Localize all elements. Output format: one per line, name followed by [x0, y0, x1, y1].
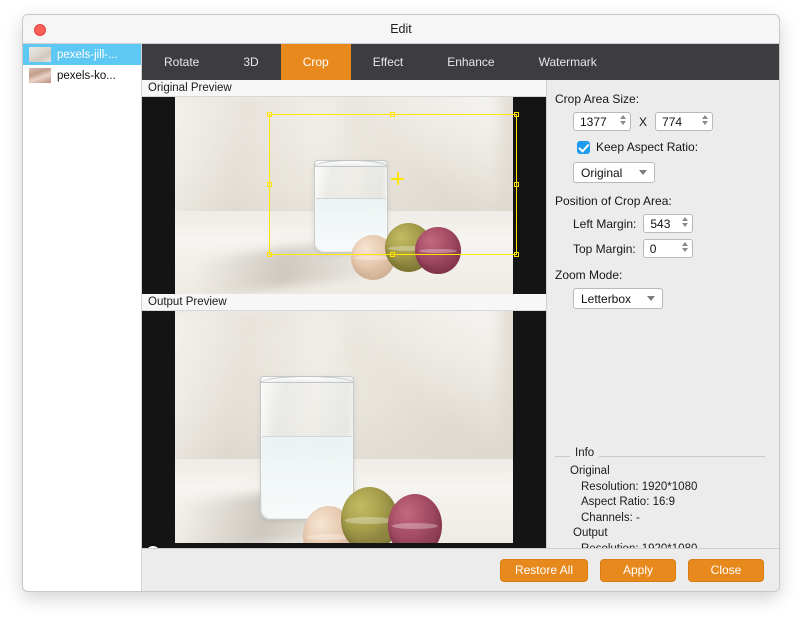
top-margin-label: Top Margin:	[573, 241, 636, 256]
aspect-ratio-row: Original	[547, 162, 779, 183]
original-preview-stage[interactable]	[142, 97, 546, 294]
tab-3d[interactable]: 3D	[221, 44, 280, 80]
zoom-mode-select[interactable]: Letterbox	[573, 288, 663, 309]
output-scene-image	[175, 311, 513, 543]
top-margin-stepper[interactable]	[681, 242, 688, 252]
zoom-mode-value: Letterbox	[581, 291, 632, 306]
list-item-label: pexels-jill-...	[57, 48, 118, 61]
aspect-ratio-select[interactable]: Original	[573, 162, 655, 183]
tab-crop[interactable]: Crop	[280, 44, 351, 80]
window-titlebar: Edit	[23, 15, 779, 44]
info-output-heading: Output	[573, 527, 608, 539]
crop-width-stepper[interactable]	[620, 115, 626, 125]
crop-width-value: 1377	[580, 114, 607, 129]
crop-handle-middle-right[interactable]	[514, 181, 519, 187]
crop-width-input[interactable]: 1377	[573, 112, 631, 131]
keep-aspect-ratio-row[interactable]: Keep Aspect Ratio:	[547, 140, 779, 154]
original-video-frame	[175, 97, 513, 294]
left-margin-stepper[interactable]	[682, 217, 689, 227]
restore-all-button[interactable]: Restore All	[499, 558, 588, 582]
crop-settings-panel: Crop Area Size: 1377 X 774 Keep Aspect R…	[547, 80, 779, 591]
footer-action-bar: Restore All Apply Close	[142, 548, 779, 591]
tab-watermark[interactable]: Watermark	[517, 44, 619, 80]
chevron-down-icon	[639, 170, 647, 175]
info-legend-label: Info	[570, 447, 600, 459]
output-preview-stage[interactable]	[142, 311, 546, 563]
crop-size-row: 1377 X 774	[547, 112, 779, 131]
crop-handle-top-right[interactable]	[514, 112, 519, 117]
list-item-label: pexels-ko...	[57, 69, 116, 82]
aspect-ratio-value: Original	[581, 165, 623, 180]
info-original-heading: Original	[570, 465, 610, 477]
file-thumbnail-icon	[29, 47, 51, 62]
window-title: Edit	[390, 22, 412, 36]
window-body: pexels-jill-... pexels-ko... Rotate 3D C…	[23, 44, 779, 591]
top-margin-input[interactable]: 0	[642, 239, 693, 258]
crop-center-crosshair-icon	[391, 172, 404, 185]
info-legend: Info	[555, 447, 765, 462]
keep-aspect-ratio-checkbox[interactable]	[577, 140, 590, 154]
preview-column: Original Preview Output Preview	[142, 80, 547, 591]
crop-height-value: 774	[662, 114, 683, 129]
tab-enhance[interactable]: Enhance	[425, 44, 516, 80]
left-margin-value: 543	[650, 216, 671, 231]
glass-object	[259, 375, 355, 520]
chevron-down-icon	[647, 296, 655, 301]
top-margin-value: 0	[649, 241, 657, 256]
keep-aspect-ratio-label: Keep Aspect Ratio:	[596, 140, 699, 154]
file-list-sidebar: pexels-jill-... pexels-ko...	[23, 44, 142, 591]
left-margin-input[interactable]: 543	[643, 214, 694, 233]
zoom-mode-row: Letterbox	[547, 288, 779, 309]
crop-handle-bottom-right[interactable]	[514, 252, 519, 257]
position-of-crop-area-label: Position of Crop Area:	[555, 194, 672, 208]
left-margin-row: Left Margin: 543	[547, 214, 779, 233]
size-separator-label: X	[639, 114, 648, 129]
top-margin-row: Top Margin: 0	[547, 239, 779, 258]
crop-area-size-label: Crop Area Size:	[555, 92, 640, 106]
crop-height-input[interactable]: 774	[655, 112, 714, 131]
file-thumbnail-icon	[29, 68, 51, 83]
main-column: Rotate 3D Crop Effect Enhance Watermark …	[142, 44, 779, 591]
macaron-berry	[414, 227, 461, 275]
list-item[interactable]: pexels-ko...	[23, 65, 141, 86]
zoom-mode-label: Zoom Mode:	[555, 268, 623, 282]
tab-effect[interactable]: Effect	[351, 44, 425, 80]
info-original-channels: Channels: -	[581, 511, 640, 524]
crop-height-stepper[interactable]	[702, 115, 709, 125]
video-scene-image	[175, 97, 513, 294]
output-preview-label: Output Preview	[142, 294, 546, 311]
info-original-aspect-ratio: Aspect Ratio: 16:9	[581, 496, 675, 508]
list-item[interactable]: pexels-jill-...	[23, 44, 141, 65]
output-video-frame	[175, 311, 513, 543]
tabbar-spacer	[619, 44, 779, 80]
original-preview-label: Original Preview	[142, 80, 546, 97]
close-icon[interactable]	[34, 24, 46, 36]
close-button[interactable]: Close	[688, 558, 764, 582]
edit-window: Edit pexels-jill-... pexels-ko... Rotate	[22, 14, 780, 592]
screenshot-root: Edit pexels-jill-... pexels-ko... Rotate	[0, 0, 800, 617]
info-original-resolution: Resolution: 1920*1080	[581, 480, 698, 493]
tab-rotate[interactable]: Rotate	[142, 44, 221, 80]
apply-button[interactable]: Apply	[600, 558, 676, 582]
work-area: Original Preview Output Preview Crop Are…	[142, 80, 779, 591]
left-margin-label: Left Margin:	[573, 216, 637, 231]
edit-tabbar: Rotate 3D Crop Effect Enhance Watermark	[142, 44, 779, 80]
